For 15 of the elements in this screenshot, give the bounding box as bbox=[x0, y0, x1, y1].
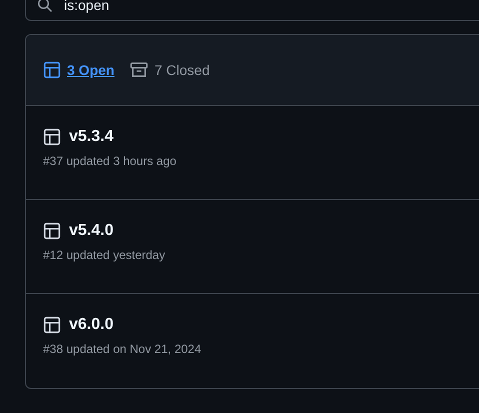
milestone-title[interactable]: v5.3.4 bbox=[69, 128, 114, 146]
milestone-meta: #37 updated 3 hours ago bbox=[43, 154, 178, 168]
milestone-meta: #38 updated on Nov 21, 2024 bbox=[43, 342, 202, 356]
table-icon bbox=[43, 316, 61, 334]
milestone-title[interactable]: v6.0.0 bbox=[69, 316, 114, 334]
search-icon bbox=[37, 0, 53, 13]
table-icon bbox=[43, 128, 61, 146]
filter-tab[interactable]: 7 Closed bbox=[130, 61, 210, 79]
milestone-title[interactable]: v5.4.0 bbox=[69, 222, 114, 240]
search-field[interactable]: is:open bbox=[25, 0, 479, 21]
filter-tab[interactable]: 3 Open bbox=[43, 61, 114, 79]
archive-icon bbox=[130, 61, 148, 79]
milestone-meta: #12 updated yesterday bbox=[43, 248, 166, 262]
table-icon bbox=[43, 222, 61, 240]
table-icon bbox=[43, 61, 61, 79]
